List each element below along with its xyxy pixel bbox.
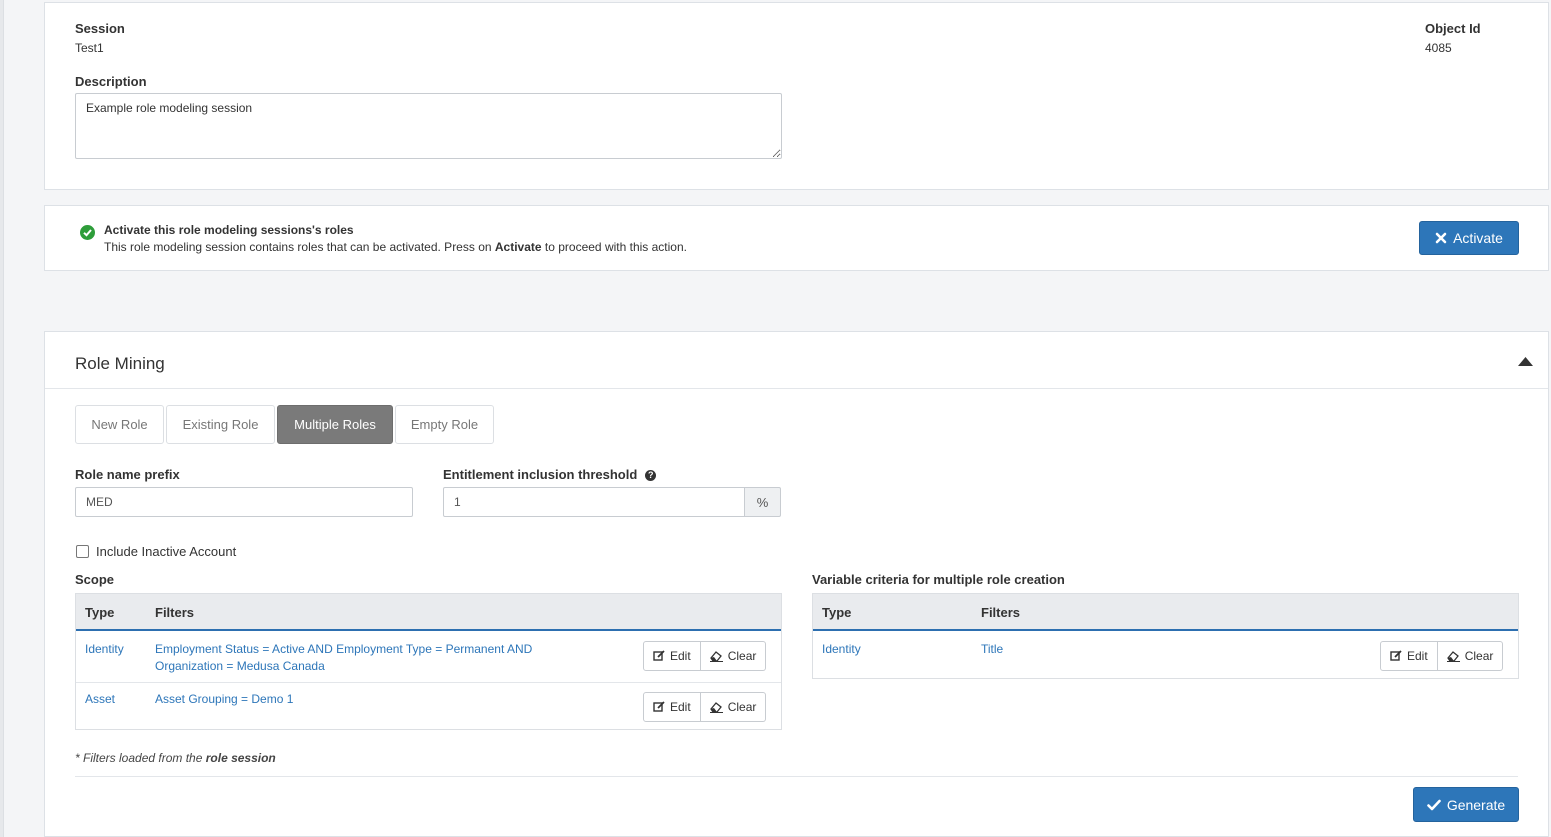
generate-button-label: Generate [1446,796,1506,813]
object-id-value: 4085 [1425,41,1452,55]
variable-header-type: Type [822,605,852,620]
tab-existing-role[interactable]: Existing Role [166,405,275,444]
table-row: Identity Title Edit Clear [813,633,1518,679]
scope-header-filters: Filters [155,605,195,620]
role-name-prefix-input[interactable]: MED [75,487,413,517]
clear-label: Clear [727,649,757,663]
activation-message-end: to proceed with this action. [541,240,687,254]
activation-message: This role modeling session contains role… [104,240,687,254]
scope-table-header: Type Filters [76,594,781,631]
edit-label: Edit [670,649,691,663]
variable-criteria-label: Variable criteria for multiple role crea… [812,572,1065,587]
edit-button[interactable]: Edit [643,692,701,722]
eraser-icon [709,651,723,662]
include-inactive-label: Include Inactive Account [96,544,237,559]
tab-empty-role[interactable]: Empty Role [395,405,494,444]
tab-new-role[interactable]: New Role [75,405,164,444]
activate-button[interactable]: Activate [1419,221,1519,255]
description-label: Description [75,74,147,89]
variable-row-actions: Edit Clear [1380,641,1504,671]
edit-icon [1390,650,1402,661]
threshold-input[interactable]: 1 [443,487,745,517]
generate-button[interactable]: Generate [1413,787,1519,822]
clear-label: Clear [1464,649,1494,663]
include-inactive-checkbox[interactable] [76,545,89,558]
percent-addon: % [744,487,781,517]
scope-row-filters-line2: Organization = Medusa Canada [155,659,325,673]
scope-row-actions: Edit Clear [643,641,767,671]
session-panel: Session Test1 Object Id 4085 Description [44,2,1549,190]
variable-table-header: Type Filters [813,594,1518,631]
description-textarea[interactable] [75,93,782,159]
activation-message-start: This role modeling session contains role… [104,240,495,254]
variable-row-type[interactable]: Identity [822,641,861,658]
edit-icon [653,650,665,661]
edit-label: Edit [670,700,691,714]
role-name-prefix-label: Role name prefix [75,467,180,482]
scope-label: Scope [75,572,115,587]
eraser-icon [709,702,723,713]
variable-criteria-table: Type Filters Identity Title Edit Clear [812,593,1519,679]
scope-row-filters[interactable]: Asset Grouping = Demo 1 [155,691,293,708]
left-strip [0,0,4,837]
times-icon [1435,232,1447,244]
edit-button[interactable]: Edit [1380,641,1438,671]
variable-header-filters: Filters [981,605,1021,620]
role-type-tabs: New Role Existing Role Multiple Roles Em… [45,388,1548,444]
check-circle-icon [80,225,95,240]
activation-title: Activate this role modeling sessions's r… [104,223,354,237]
scope-row-filters-line1: Employment Status = Active AND Employmen… [155,642,533,656]
edit-button[interactable]: Edit [643,641,701,671]
table-row: Asset Asset Grouping = Demo 1 Edit Clear [76,683,781,729]
clear-label: Clear [727,700,757,714]
filters-note: * Filters loaded from the role session [75,751,276,765]
threshold-label-text: Entitlement inclusion threshold [443,467,638,482]
footer-divider [75,776,1518,777]
table-row: Identity Employment Status = Active AND … [76,633,781,684]
variable-row-filters[interactable]: Title [981,641,1003,658]
question-circle-icon[interactable]: ? [645,469,657,481]
edit-icon [653,701,665,712]
activate-button-label: Activate [1453,230,1503,246]
scope-table: Type Filters Identity Employment Status … [75,593,782,730]
role-mining-panel: Role Mining New Role Existing Role Multi… [44,331,1549,837]
scope-row-actions: Edit Clear [643,692,767,722]
activation-message-bold: Activate [494,240,542,254]
edit-label: Edit [1407,649,1428,663]
scope-row-filters[interactable]: Employment Status = Active AND Employmen… [155,641,565,675]
filters-note-text: * Filters loaded from the [75,751,206,765]
scope-row-type[interactable]: Identity [85,641,124,658]
clear-button[interactable]: Clear [700,692,767,722]
session-value: Test1 [75,41,104,55]
include-inactive-checkbox-row[interactable]: Include Inactive Account [76,544,236,559]
clear-button[interactable]: Clear [700,641,767,671]
threshold-label: Entitlement inclusion threshold? [443,467,657,482]
tab-multiple-roles[interactable]: Multiple Roles [277,405,393,444]
filters-note-bold: role session [205,751,276,765]
check-icon [1427,799,1441,810]
clear-button[interactable]: Clear [1437,641,1504,671]
eraser-icon [1446,651,1460,662]
object-id-label: Object Id [1425,21,1481,36]
caret-up-icon[interactable] [1518,357,1533,366]
role-mining-title: Role Mining [75,354,165,373]
activation-panel: Activate this role modeling sessions's r… [44,205,1549,271]
scope-header-type: Type [85,605,115,620]
session-label: Session [75,21,125,36]
scope-row-type[interactable]: Asset [85,691,115,708]
